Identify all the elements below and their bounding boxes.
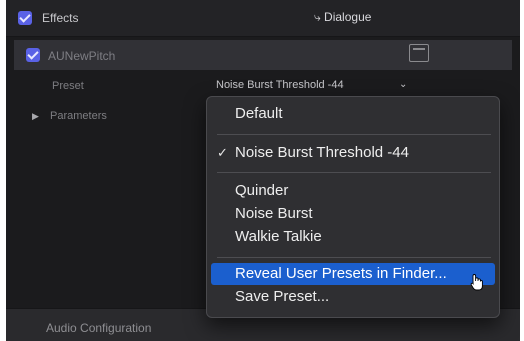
menu-item-label: Default — [235, 105, 283, 122]
menu-item-label: Walkie Talkie — [235, 228, 322, 245]
disclosure-triangle-icon[interactable]: ▶ — [32, 111, 39, 122]
role-label: ⤷ Dialogue — [314, 10, 372, 24]
preset-label: Preset — [52, 80, 84, 92]
menu-item-noise-burst[interactable]: Noise Burst — [211, 203, 495, 225]
menu-item-current-preset[interactable]: ✓ Noise Burst Threshold -44 — [211, 142, 495, 164]
plugin-row[interactable]: AUNewPitch — [14, 40, 512, 70]
plugin-window-icon[interactable] — [409, 44, 429, 62]
effects-checkbox[interactable] — [18, 11, 32, 25]
audio-configuration-label: Audio Configuration — [46, 321, 152, 335]
preset-popup[interactable]: Noise Burst Threshold -44 — [216, 79, 344, 91]
parameters-label[interactable]: Parameters — [50, 110, 107, 122]
checkmark-icon: ✓ — [217, 145, 228, 160]
preset-menu: Default ✓ Noise Burst Threshold -44 Quin… — [206, 96, 500, 318]
menu-item-label: Save Preset... — [235, 288, 330, 305]
menu-item-quinder[interactable]: Quinder — [211, 180, 495, 202]
menu-item-reveal-user-presets[interactable]: Reveal User Presets in Finder... — [211, 263, 495, 285]
chevron-down-icon[interactable]: ⌄ — [399, 79, 407, 90]
menu-item-label: Noise Burst Threshold -44 — [235, 144, 409, 161]
effects-header[interactable]: Effects ⤷ Dialogue — [6, 0, 520, 37]
pointer-cursor-icon — [470, 274, 483, 291]
menu-separator — [217, 134, 491, 135]
menu-item-walkie-talkie[interactable]: Walkie Talkie — [211, 226, 495, 248]
plugin-name: AUNewPitch — [48, 49, 116, 63]
menu-item-label: Reveal User Presets in Finder... — [235, 265, 447, 282]
menu-separator — [217, 172, 491, 173]
menu-separator — [217, 257, 491, 258]
plugin-enable-checkbox[interactable] — [26, 48, 40, 62]
inspector-panel: Effects ⤷ Dialogue AUNewPitch Preset Noi… — [6, 0, 520, 341]
effects-label: Effects — [42, 11, 79, 25]
menu-item-label: Quinder — [235, 182, 289, 199]
menu-item-default[interactable]: Default — [211, 103, 495, 125]
menu-item-label: Noise Burst — [235, 205, 313, 222]
menu-item-save-preset[interactable]: Save Preset... — [211, 286, 495, 308]
